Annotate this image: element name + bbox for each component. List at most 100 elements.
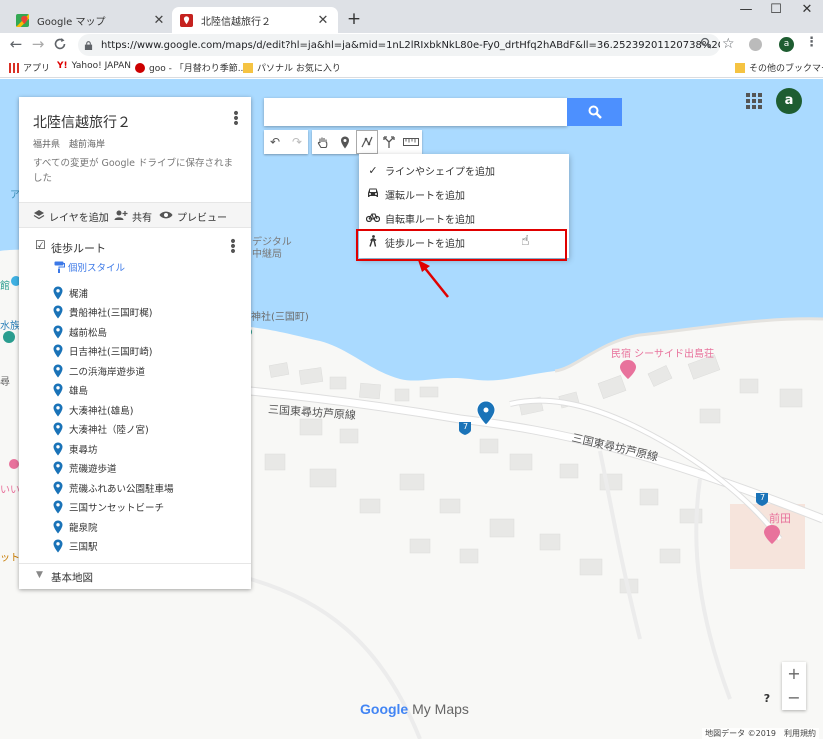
map-label-minshuku: 民宿 シーサイド出島荘 bbox=[611, 349, 714, 360]
layer-list-item[interactable]: 荒磯遊歩道 bbox=[53, 459, 174, 479]
individual-style-link[interactable]: 個別スタイル bbox=[54, 260, 125, 274]
profile-avatar[interactable]: a bbox=[779, 37, 794, 52]
add-marker-icon[interactable] bbox=[334, 130, 356, 154]
layer-item-label: 二の浜海岸遊歩道 bbox=[69, 366, 146, 378]
minimize-window-button[interactable]: — bbox=[731, 2, 761, 17]
map-subtitle[interactable]: 福井県 越前海岸 bbox=[33, 137, 105, 150]
layer-options-menu-icon[interactable]: • • • bbox=[228, 235, 238, 259]
maximize-window-button[interactable]: ☐ bbox=[761, 2, 791, 17]
layer-list-item[interactable]: 二の浜海岸遊歩道 bbox=[53, 361, 174, 381]
layer-list-item[interactable]: 貴船神社(三国町梶) bbox=[53, 303, 174, 323]
browser-tab-mymaps[interactable]: 北陸信越旅行２ ✕ bbox=[172, 7, 338, 33]
bookmark-goo[interactable]: goo - 「月替わり季節... bbox=[135, 61, 246, 74]
add-driving-route-option[interactable]: 運転ルートを追加 bbox=[359, 182, 569, 206]
reload-icon[interactable] bbox=[53, 37, 67, 51]
back-arrow-icon[interactable]: ← bbox=[7, 35, 25, 53]
layer-list-item[interactable]: 龍泉院 bbox=[53, 517, 174, 537]
lock-icon bbox=[84, 40, 93, 50]
hand-select-icon[interactable] bbox=[312, 130, 334, 154]
layer-item-label: 雄島 bbox=[69, 386, 89, 398]
map-label-edge-kan: 館 bbox=[0, 281, 10, 292]
map-search-input[interactable] bbox=[264, 98, 567, 126]
location-pin-icon bbox=[53, 364, 63, 378]
save-status-text: すべての変更が Google ドライブに保存されました bbox=[33, 158, 233, 184]
add-line-shape-option[interactable]: ✓ ラインやシェイプを追加 bbox=[359, 158, 569, 182]
car-icon bbox=[361, 187, 385, 201]
close-window-button[interactable]: ✕ bbox=[792, 2, 822, 17]
search-icon bbox=[588, 105, 602, 119]
layer-list-item[interactable]: 越前松島 bbox=[53, 322, 174, 342]
google-my-maps-logo: Google My Maps bbox=[360, 701, 469, 717]
redo-icon[interactable]: ↷ bbox=[286, 130, 308, 154]
zoom-controls: + − bbox=[782, 662, 806, 710]
base-map-section[interactable]: ▼ 基本地図 bbox=[19, 563, 251, 589]
forward-arrow-icon[interactable]: → bbox=[29, 35, 47, 53]
map-attribution[interactable]: 地図データ ©2019 利用規約 bbox=[702, 728, 819, 739]
layer-list-item[interactable]: 雄島 bbox=[53, 381, 174, 401]
location-pin-icon bbox=[53, 461, 63, 475]
layer-item-label: 大湊神社(雄島) bbox=[69, 405, 134, 417]
layer-visibility-checkbox[interactable]: ☑ bbox=[35, 238, 46, 252]
map-options-menu-icon[interactable]: • • • bbox=[231, 107, 241, 131]
location-pin-icon bbox=[53, 325, 63, 339]
location-pin-icon bbox=[53, 286, 63, 300]
zoom-out-button[interactable]: − bbox=[782, 686, 806, 710]
bookmark-yahoo[interactable]: Y! Yahoo! JAPAN bbox=[57, 61, 131, 71]
zoom-magnifier-icon[interactable] bbox=[700, 37, 712, 49]
map-title[interactable]: 北陸信越旅行２ bbox=[33, 112, 131, 132]
bookmark-other[interactable]: その他のブックマーク bbox=[735, 61, 823, 74]
layer-list-item[interactable]: 荒磯ふれあい公園駐車場 bbox=[53, 478, 174, 498]
map-label-edge-ii: いい bbox=[0, 485, 20, 496]
location-pin-icon bbox=[53, 500, 63, 514]
add-person-icon bbox=[114, 209, 128, 224]
browser-tab-bar: Google マップ ✕ 北陸信越旅行２ ✕ + — ☐ ✕ bbox=[0, 0, 823, 33]
bookmarks-bar: アプリ Y! Yahoo! JAPAN goo - 「月替わり季節... パソナ… bbox=[0, 57, 823, 78]
add-line-shape-label: ラインやシェイプを追加 bbox=[385, 166, 495, 178]
add-bicycle-route-option[interactable]: 自転車ルートを追加 bbox=[359, 206, 569, 230]
new-tab-button[interactable]: + bbox=[344, 9, 364, 29]
bike-icon bbox=[361, 212, 385, 225]
browser-menu-icon[interactable]: ⋮ bbox=[805, 35, 818, 50]
directions-icon[interactable] bbox=[378, 130, 400, 154]
preview-label: プレビュー bbox=[177, 213, 227, 224]
url-text: https://www.google.com/maps/d/edit?hl=ja… bbox=[101, 39, 720, 51]
bookmark-label: Yahoo! JAPAN bbox=[71, 61, 131, 71]
expand-arrow-icon[interactable]: ▼ bbox=[36, 570, 43, 580]
bookmark-apps[interactable]: アプリ bbox=[9, 61, 50, 74]
layer-list-item[interactable]: 三国駅 bbox=[53, 537, 174, 557]
draw-line-icon[interactable] bbox=[356, 130, 378, 154]
folder-icon bbox=[735, 62, 745, 73]
map-label-edge-mizu: 水族 bbox=[0, 321, 20, 332]
add-layer-button[interactable]: レイヤを追加 bbox=[33, 209, 109, 224]
layer-list-item[interactable]: 梶浦 bbox=[53, 283, 174, 303]
layer-list-item[interactable]: 大湊神社(雄島) bbox=[53, 400, 174, 420]
layer-list-item[interactable]: 三国サンセットビーチ bbox=[53, 498, 174, 518]
preview-button[interactable]: プレビュー bbox=[159, 209, 227, 224]
checkmark-icon: ✓ bbox=[368, 163, 378, 177]
search-button[interactable] bbox=[567, 98, 622, 126]
close-tab-icon[interactable]: ✕ bbox=[152, 13, 166, 28]
layer-list-item[interactable]: 東尋坊 bbox=[53, 439, 174, 459]
extension-icon[interactable] bbox=[749, 38, 762, 51]
google-apps-grid-icon[interactable] bbox=[746, 93, 762, 109]
share-button[interactable]: 共有 bbox=[114, 209, 152, 224]
minshuku-poi-pin bbox=[620, 360, 636, 379]
layer-list-item[interactable]: 大湊神社（陸ノ宮) bbox=[53, 420, 174, 440]
add-bicycle-route-label: 自転車ルートを追加 bbox=[385, 214, 475, 226]
account-avatar[interactable]: a bbox=[776, 88, 802, 114]
zoom-in-button[interactable]: + bbox=[782, 662, 806, 686]
tab-title: 北陸信越旅行２ bbox=[201, 16, 271, 28]
layer-title[interactable]: 徒歩ルート bbox=[51, 240, 106, 256]
measure-ruler-icon[interactable] bbox=[400, 130, 422, 154]
browser-tab-google-maps[interactable]: Google マップ ✕ bbox=[8, 7, 174, 33]
close-tab-icon[interactable]: ✕ bbox=[316, 13, 330, 28]
undo-icon[interactable]: ↶ bbox=[264, 130, 286, 154]
help-button[interactable]: ? bbox=[760, 692, 774, 706]
bookmark-star-icon[interactable]: ☆ bbox=[722, 36, 735, 52]
address-bar[interactable]: https://www.google.com/maps/d/edit?hl=ja… bbox=[78, 34, 720, 56]
layer-list-item[interactable]: 日吉神社(三国町崎) bbox=[53, 342, 174, 362]
panel-actions-bar: レイヤを追加 共有 プレビュー bbox=[19, 202, 251, 228]
goo-icon bbox=[135, 62, 145, 73]
layer-item-label: 東尋坊 bbox=[69, 444, 98, 456]
bookmark-folder-personal[interactable]: パソナル お気に入り bbox=[243, 61, 341, 74]
